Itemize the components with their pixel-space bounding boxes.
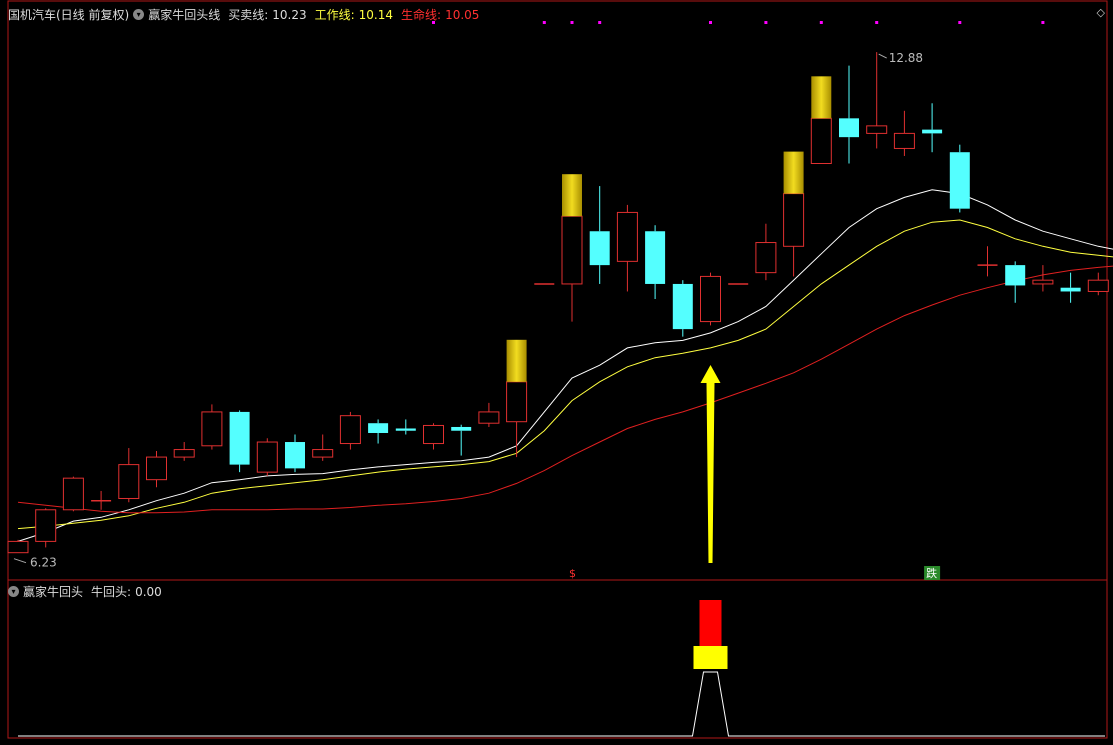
candle-up xyxy=(201,411,223,447)
candle-up xyxy=(256,441,278,473)
main-header: 国机汽车(日线 前复权) ▾ 赢家牛回头线 买卖线: 10.23 工作线: 10… xyxy=(8,6,479,23)
candle-down xyxy=(922,129,943,134)
top-signal-dot xyxy=(709,21,712,24)
gold-signal-block xyxy=(506,339,527,382)
candle-down xyxy=(368,423,389,433)
candle-down xyxy=(672,283,693,330)
gold-signal-block xyxy=(811,76,832,119)
candle-up xyxy=(810,117,832,165)
candle-up xyxy=(1032,279,1054,285)
fall-marker: 跌 xyxy=(926,566,937,580)
candle-up xyxy=(700,275,721,323)
collapse-icon[interactable]: ▾ xyxy=(133,9,145,20)
candle-down xyxy=(645,231,666,284)
indicator-name[interactable]: 赢家牛回头线 xyxy=(148,6,220,23)
chart-stage: 12.88 6.23 $ 跌 xyxy=(0,0,1113,741)
sub-indicator-name[interactable]: 赢家牛回头 xyxy=(23,583,83,600)
low-pointer xyxy=(13,558,27,564)
candle-up xyxy=(339,415,361,445)
candle-up xyxy=(893,132,915,149)
candle-down xyxy=(839,118,859,138)
candle-down xyxy=(589,231,610,266)
candle-down xyxy=(395,428,416,431)
gold-signal-block xyxy=(783,151,804,194)
candle-up xyxy=(506,381,528,423)
life-line-value: 10.05 xyxy=(445,7,480,22)
work-line-label: 工作线: xyxy=(314,8,355,22)
candle-down xyxy=(949,152,970,209)
bottom-marker-dollar: $ xyxy=(569,567,576,580)
top-signal-dot xyxy=(1041,21,1045,24)
candle-up xyxy=(35,509,57,542)
candle-up xyxy=(7,540,29,554)
buy-sell-label: 买卖线: xyxy=(228,8,269,22)
candle-down xyxy=(285,442,305,469)
sub-indicator-line xyxy=(18,671,1105,737)
gold-signal-block xyxy=(562,174,582,217)
work-line-value: 10.14 xyxy=(358,7,394,22)
candle-up xyxy=(312,449,334,458)
diamond-icon[interactable]: ◇ xyxy=(1097,6,1105,19)
top-signal-dot xyxy=(958,21,962,24)
life-line xyxy=(17,265,1113,514)
candle-down xyxy=(1060,287,1081,292)
candle-up xyxy=(755,242,777,274)
chart-border xyxy=(7,0,1108,739)
collapse-icon-sub[interactable]: ▾ xyxy=(8,586,19,597)
top-signal-dot xyxy=(819,21,823,24)
stock-title[interactable]: 国机汽车(日线 前复权) xyxy=(8,6,129,23)
candle-up xyxy=(866,125,888,134)
low-label: 6.23 xyxy=(30,556,57,570)
candle-up xyxy=(478,411,500,424)
top-signal-dot xyxy=(875,21,879,24)
candle-up xyxy=(146,456,167,481)
top-signal-dot xyxy=(598,21,602,24)
candle-up xyxy=(783,193,805,247)
candle-up xyxy=(616,211,638,262)
candle-up xyxy=(62,477,84,511)
candle-up xyxy=(173,449,195,458)
candle-up xyxy=(118,464,140,499)
signal-bar-yellow xyxy=(693,646,728,669)
top-signal-dot xyxy=(764,21,768,24)
candle-down xyxy=(229,411,250,465)
signal-bar-red xyxy=(699,600,722,646)
candle-down xyxy=(451,426,472,431)
candle-up xyxy=(1087,279,1109,292)
sub-header: ▾ 赢家牛回头 牛回头: 0.00 xyxy=(8,583,162,600)
buy-arrow xyxy=(700,365,721,563)
buy-sell-value: 10.23 xyxy=(272,7,307,22)
high-label: 12.88 xyxy=(889,51,923,65)
candle-up xyxy=(423,424,444,445)
candle-down xyxy=(1005,265,1026,286)
top-signal-dot xyxy=(542,21,546,24)
high-pointer xyxy=(878,53,887,59)
sub-indicator-value: 0.00 xyxy=(135,584,162,599)
chart-svg: 12.88 6.23 $ 跌 xyxy=(7,0,1113,739)
sub-indicator-label: 牛回头: xyxy=(91,585,132,599)
candle-up xyxy=(561,215,583,285)
life-line-label: 生命线: xyxy=(401,8,442,22)
top-signal-dot xyxy=(570,21,574,24)
